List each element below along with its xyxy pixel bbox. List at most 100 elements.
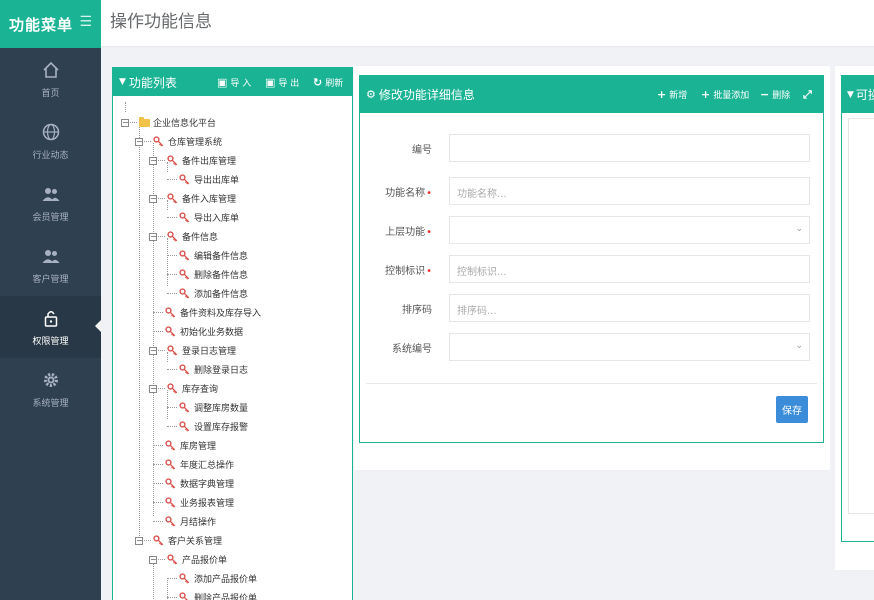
required-mark: • [426,188,432,199]
tree-node[interactable]: 删除登录日志 [163,360,248,379]
control-field[interactable]: 控制标识... [449,255,810,283]
key-icon [179,288,190,299]
save-button[interactable]: 保存 [776,396,808,423]
tree-node[interactable]: 设置库存报警 [163,417,248,436]
tree-node-label: 年度汇总操作 [180,461,235,471]
tree-connector [153,445,163,446]
sort-row: 排序码 排序码... [360,294,824,322]
operable-header: ▼ 可操 [842,76,874,113]
tree-node[interactable]: 导出出库单 [163,170,239,189]
tree-node[interactable]: 备件资料及库存导入 [149,303,261,322]
tree-node[interactable]: − 仓库管理系统 [135,132,222,151]
import-button[interactable]: ▣ 导 入 [217,68,251,96]
tree-connector [130,122,137,123]
sidebar-item-label: 首页 [41,88,60,99]
parent-select[interactable]: ⌄ [449,216,810,244]
code-field[interactable] [449,134,810,162]
tree-connector [158,198,165,199]
tree-node-label: 月结操作 [180,518,217,528]
tree-node[interactable]: 添加产品报价单 [163,569,257,588]
system-select[interactable]: ⌄ [449,333,810,361]
sidebar-item-home[interactable]: 首页 [0,48,101,110]
tree-node[interactable]: 数据字典管理 [149,474,234,493]
tree-node[interactable]: − 备件入库管理 [149,189,236,208]
tree-node[interactable]: 调整库房数量 [163,398,248,417]
tree-node[interactable]: 库房管理 [149,436,216,455]
control-label: 控制标识• [385,262,432,277]
tree-node[interactable]: − 备件出库管理 [149,151,236,170]
tree-node[interactable]: 删除产品报价单 [163,588,257,600]
key-icon [165,478,176,489]
tree-node-label: 添加产品报价单 [194,575,258,585]
form-divider [366,383,817,384]
sidebar-item-system[interactable]: 系统管理 [0,358,101,420]
key-icon [167,155,178,166]
tree-connector [158,236,165,237]
collapse-toggle[interactable]: − [149,156,157,165]
key-icon [179,212,190,223]
tree-node[interactable]: − 备件信息 [149,227,218,246]
key-icon [179,364,190,375]
collapse-toggle[interactable]: − [149,555,157,564]
collapse-toggle[interactable]: − [149,384,157,393]
tree-node[interactable]: − 客户关系管理 [135,531,222,550]
refresh-icon: ↻ [313,75,323,89]
tree-node[interactable]: 导出入库单 [163,208,239,227]
tree-node[interactable]: 删除备件信息 [163,265,248,284]
tree-connector [144,540,151,541]
sidebar-item-members[interactable]: 会员管理 [0,172,101,234]
collapse-toggle[interactable]: − [135,536,143,545]
batch-add-button[interactable]: + 批量添加 [701,76,749,113]
key-icon [165,516,176,527]
name-row: 功能名称• 功能名称... [360,177,824,205]
tree-node-label: 添加备件信息 [194,290,249,300]
tree-node[interactable]: 业务报表管理 [149,493,234,512]
sort-field[interactable]: 排序码... [449,294,810,322]
fullscreen-button[interactable]: ⤢ [803,76,815,113]
plus-icon: + [657,88,667,101]
refresh-button[interactable]: ↻ 刷新 [313,68,343,96]
name-field[interactable]: 功能名称... [449,177,810,205]
plus-icon: + [701,88,711,101]
sidebar-item-customers[interactable]: 客户管理 [0,234,101,296]
tree-node-label: 设置库存报警 [194,423,249,433]
export-button[interactable]: ▣ 导 出 [265,68,299,96]
tree-node-label: 备件信息 [182,233,219,243]
sidebar-item-industry[interactable]: 行业动态 [0,110,101,172]
collapse-toggle[interactable]: − [149,232,157,241]
tree-node[interactable]: 初始化业务数据 [149,322,243,341]
key-icon [165,497,176,508]
add-button[interactable]: + 新增 [657,76,687,113]
gear-icon [43,372,58,387]
tree-node[interactable]: 月结操作 [149,512,216,531]
tree-connector [153,502,163,503]
hamburger-icon[interactable]: ☰ [79,14,92,30]
operable-list[interactable] [848,118,874,514]
key-icon [179,174,190,185]
system-row: 系统编号 ⌄ [360,333,824,361]
sidebar-item-permissions[interactable]: 权限管理 [0,296,101,358]
key-icon [167,383,178,394]
tree-node[interactable]: − 产品报价单 [149,550,227,569]
collapse-toggle[interactable]: − [135,137,143,146]
key-icon [153,535,164,546]
collapse-toggle[interactable]: − [149,194,157,203]
tree-node[interactable]: 添加备件信息 [163,284,248,303]
sidebar-item-label: 权限管理 [32,336,69,347]
function-list-panel: ▼ 功能列表 ▣ 导 入 ▣ 导 出 ↻ 刷新 − 企业信息化平台 − 仓库管理… [112,67,353,600]
globe-icon [42,123,59,140]
collapse-toggle[interactable]: − [121,118,129,127]
name-label: 功能名称• [385,184,432,199]
tree-node[interactable]: 编辑备件信息 [163,246,248,265]
tree-node[interactable]: − 企业信息化平台 [121,113,216,132]
add-label: 新增 [669,91,688,101]
tree-node[interactable]: − 登录日志管理 [149,341,236,360]
tree-node[interactable]: 年度汇总操作 [149,455,234,474]
collapse-toggle[interactable]: − [149,346,157,355]
tree-node[interactable]: − 库存查询 [149,379,218,398]
function-list-title: 功能列表 [128,75,177,90]
header-bar: 操作功能信息 [101,0,874,47]
control-row: 控制标识• 控制标识... [360,255,824,283]
tree-node-label: 编辑备件信息 [194,252,249,262]
delete-button[interactable]: − 删除 [760,76,790,113]
